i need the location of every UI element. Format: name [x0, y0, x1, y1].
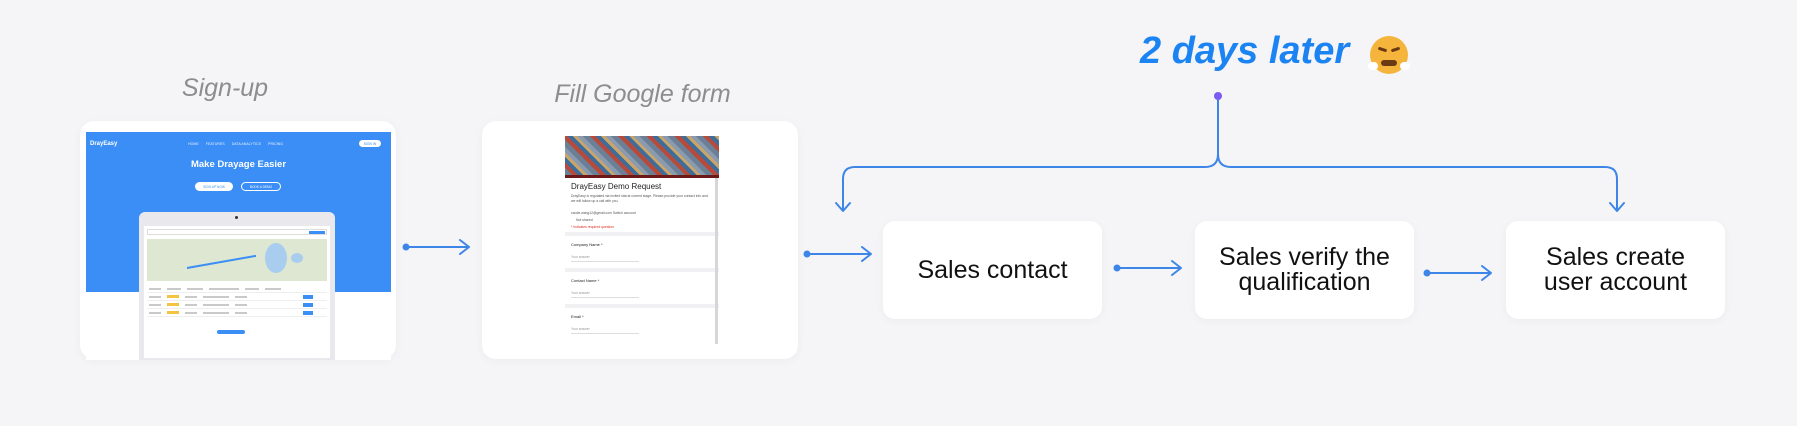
- site-hero-title: Make Drayage Easier: [190, 159, 287, 170]
- step-label: Sales verify the qualification: [1219, 243, 1390, 296]
- site-nav-item[interactable]: DATA ANALYTICS: [232, 142, 261, 146]
- signup-site-preview: DrayEasy HOME FEATURES DATA ANALYTICS PR…: [86, 132, 391, 360]
- form-title: DrayEasy Demo Request: [571, 182, 662, 191]
- step-label: Sales create user account: [1543, 243, 1688, 296]
- laptop-screen: [144, 226, 330, 358]
- delay-bracket-left: [842, 95, 1219, 211]
- site-nav-item[interactable]: FEATURES: [206, 142, 225, 146]
- step-label: Sales contact: [917, 255, 1068, 284]
- delay-bracket-right: [1217, 153, 1618, 211]
- form-question: Contact Name * Your answer: [565, 272, 719, 304]
- site-signup-button[interactable]: SIGN UP NOW: [195, 182, 233, 191]
- site-nav: HOME FEATURES DATA ANALYTICS PRICING: [188, 142, 283, 146]
- answer-field[interactable]: Your answer: [571, 255, 590, 259]
- form-header: DrayEasy Demo Request DrayEasy is regula…: [565, 178, 719, 232]
- table-row: [147, 285, 327, 293]
- question-label: Contact Name *: [571, 278, 600, 283]
- form-required-note: * Indicates required question: [571, 225, 614, 229]
- form-account-line: carole.wang12@gmail.com Switch account: [571, 211, 636, 215]
- site-nav-item[interactable]: PRICING: [268, 142, 283, 146]
- table-row: [147, 293, 327, 301]
- form-scrollbar[interactable]: [715, 178, 718, 344]
- site-demo-button[interactable]: BOOK A DEMO: [241, 182, 281, 191]
- site-login-button[interactable]: SIGN IN: [359, 140, 381, 147]
- delay-node-dot: [1214, 92, 1222, 100]
- arrow-tail-dot: [402, 243, 410, 251]
- signup-stage-label: Sign-up: [181, 74, 269, 102]
- form-banner-image: [565, 136, 719, 175]
- delay-label: 2 days later: [1140, 30, 1350, 72]
- question-label: Email *: [571, 314, 584, 319]
- question-label: Company Name *: [571, 242, 603, 247]
- form-question: Company Name * Your answer: [565, 236, 719, 268]
- form-stage-label: Fill Google form: [554, 80, 731, 108]
- step-sales-contact: Sales contact: [883, 221, 1102, 319]
- table-row: [147, 309, 327, 317]
- google-form-preview: DrayEasy Demo Request DrayEasy is regula…: [565, 136, 719, 344]
- laptop-mockup: [139, 212, 335, 360]
- form-description: DrayEasy is regulated via invited stat a…: [571, 194, 708, 203]
- app-search-bar: [147, 229, 327, 235]
- app-table: [147, 285, 327, 317]
- form-question: Email * Your answer: [565, 308, 719, 344]
- answer-field[interactable]: Your answer: [571, 291, 590, 295]
- site-nav-item[interactable]: HOME: [188, 142, 199, 146]
- app-load-more-button: [217, 330, 245, 334]
- arrow-tail-dot: [803, 250, 811, 258]
- step-sales-verify: Sales verify the qualification: [1195, 221, 1414, 319]
- answer-field[interactable]: Your answer: [571, 327, 590, 331]
- form-not-shared: Not shared: [576, 218, 593, 222]
- step-sales-create-account: Sales create user account: [1506, 221, 1725, 319]
- table-row: [147, 301, 327, 309]
- arrow-tail-dot: [1423, 269, 1431, 277]
- site-logo: DrayEasy: [90, 141, 118, 147]
- app-map: [147, 239, 327, 281]
- face-with-steam-from-nose-emoji: [1368, 36, 1410, 74]
- arrow-tail-dot: [1113, 264, 1121, 272]
- laptop-camera: [235, 216, 238, 219]
